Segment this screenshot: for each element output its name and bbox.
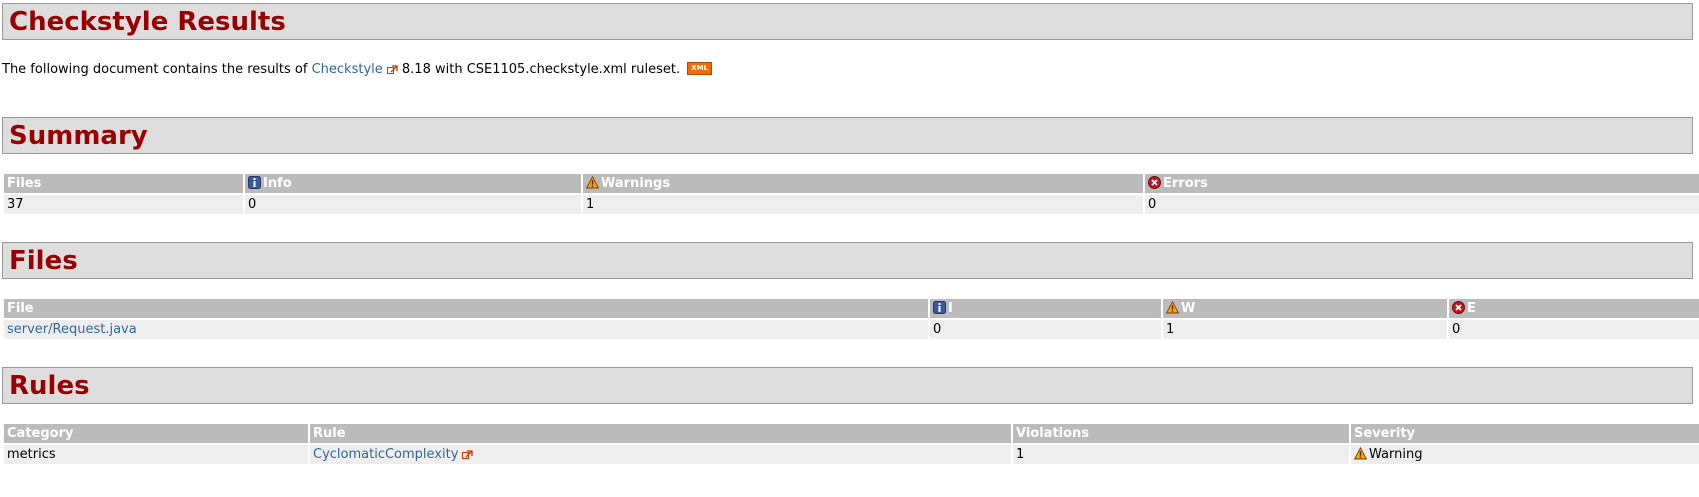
xml-feed-icon[interactable]: XML [687,62,713,75]
table-row: metrics CyclomaticComplexity 1 Warning [4,445,1699,464]
rules-col-severity: Severity [1351,424,1699,443]
summary-warnings-count: 1 [583,195,1143,214]
files-col-errors: E [1449,299,1699,318]
file-link[interactable]: server/Request.java [7,322,137,337]
summary-table: Files Info Warnings Errors 37 0 1 0 [2,172,1699,216]
files-table: File I W E server/Request.java 0 1 0 [2,297,1699,341]
summary-col-info: Info [245,174,581,193]
page-title: Checkstyle Results [2,3,1693,40]
page: Checkstyle Results The following documen… [0,0,1699,466]
files-col-file: File [4,299,928,318]
files-col-info: I [930,299,1161,318]
files-header-row: File I W E [4,299,1699,318]
summary-errors-count: 0 [1145,195,1699,214]
file-errors-count: 0 [1449,320,1699,339]
rule-link[interactable]: CyclomaticComplexity [313,447,458,462]
rule-violations: 1 [1013,445,1349,464]
warning-icon [1166,301,1179,314]
rules-col-rule: Rule [310,424,1011,443]
info-icon [933,301,946,314]
severity-label: Warning [1369,447,1423,462]
summary-info-count: 0 [245,195,581,214]
warning-icon [1354,447,1367,460]
files-heading: Files [2,242,1693,279]
summary-row: 37 0 1 0 [4,195,1699,214]
rule-severity: Warning [1351,445,1699,464]
rule-category: metrics [4,445,308,464]
rules-col-category: Category [4,424,308,443]
external-link-icon[interactable] [386,65,398,74]
summary-col-files: Files [4,174,243,193]
files-col-warnings: W [1163,299,1447,318]
rules-col-violations: Violations [1013,424,1349,443]
summary-col-errors: Errors [1145,174,1699,193]
rule-cell: CyclomaticComplexity [310,445,1011,464]
error-icon [1452,301,1465,314]
file-warnings-count: 1 [1163,320,1447,339]
intro-suffix: 8.18 with CSE1105.checkstyle.xml ruleset… [397,62,681,77]
rules-header-row: Category Rule Violations Severity [4,424,1699,443]
intro-prefix: The following document contains the resu… [2,62,312,77]
rules-table: Category Rule Violations Severity metric… [2,422,1699,466]
info-icon [248,176,261,189]
summary-col-warnings: Warnings [583,174,1143,193]
file-cell: server/Request.java [4,320,928,339]
table-row: server/Request.java 0 1 0 [4,320,1699,339]
checkstyle-link[interactable]: Checkstyle [312,62,383,77]
summary-files-count: 37 [4,195,243,214]
error-icon [1148,176,1161,189]
rules-heading: Rules [2,367,1693,404]
summary-header-row: Files Info Warnings Errors [4,174,1699,193]
summary-heading: Summary [2,117,1693,154]
external-link-icon[interactable] [462,450,474,459]
warning-icon [586,176,599,189]
intro-text: The following document contains the resu… [2,60,1693,80]
file-info-count: 0 [930,320,1161,339]
